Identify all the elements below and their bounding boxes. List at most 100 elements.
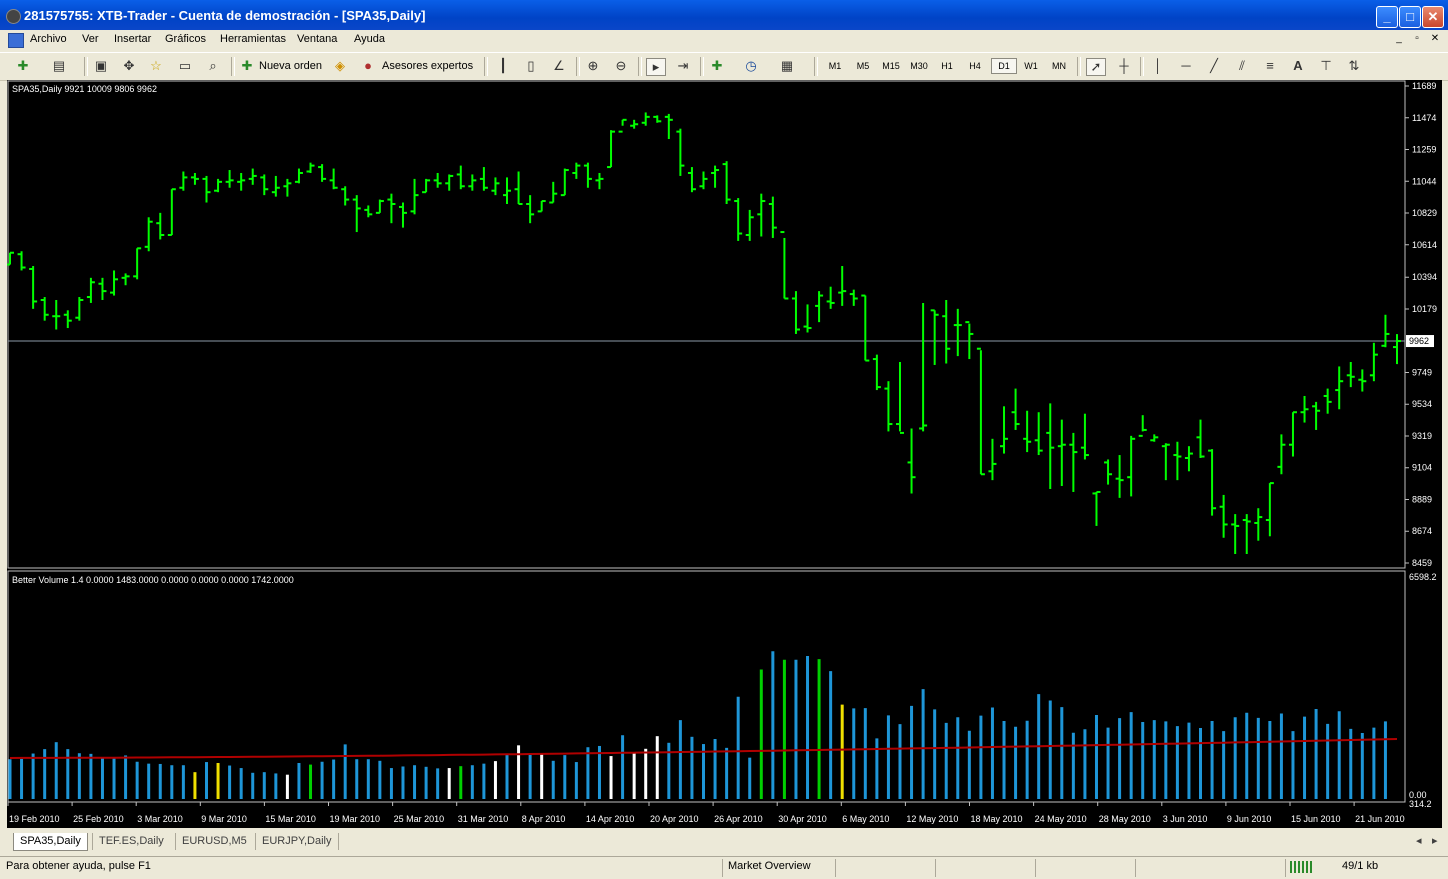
status-profile[interactable]: Market Overview	[728, 860, 811, 872]
tabs-scroll-left-icon[interactable]: ◂	[1410, 833, 1428, 850]
price-tick-label: 8459	[1412, 558, 1432, 568]
tab-tef-es-daily[interactable]: TEF.ES,Daily	[92, 833, 170, 850]
arrows-icon[interactable]: ⇅	[1345, 58, 1363, 74]
menu-ventana[interactable]: Ventana	[297, 33, 337, 45]
new-order-button[interactable]: Nueva orden	[259, 57, 322, 75]
chart-canvas[interactable]: 11689 11474 11259 11044 10829 10614 10394 10179…	[6, 80, 1442, 828]
menu-insertar[interactable]: Insertar	[114, 33, 151, 45]
app-icon[interactable]	[6, 9, 21, 24]
status-separator	[935, 859, 936, 877]
favorites-icon[interactable]: ☆	[147, 58, 165, 74]
price-tick-label: 9534	[1412, 399, 1432, 409]
line-chart-icon[interactable]: ∠	[550, 58, 568, 74]
expert-advisors-icon[interactable]: ●	[359, 58, 377, 74]
status-separator	[1035, 859, 1036, 877]
date-tick-label: 15 Mar 2010	[265, 814, 316, 824]
text-icon[interactable]: A	[1289, 58, 1307, 74]
tab-eurjpy-daily[interactable]: EURJPY,Daily	[255, 833, 339, 850]
status-separator	[1135, 859, 1136, 877]
mdi-close-button[interactable]: ✕	[1428, 33, 1442, 46]
connection-status-icon[interactable]	[1290, 861, 1312, 873]
cursor-icon[interactable]: ➚	[1086, 58, 1106, 76]
horizontal-line-icon[interactable]: ─	[1177, 58, 1195, 74]
price-tick-label: 10614	[1412, 240, 1437, 250]
fibonacci-icon[interactable]: ≡	[1261, 58, 1279, 74]
market-watch-icon[interactable]: ▣	[92, 58, 110, 74]
close-button[interactable]: ✕	[1422, 6, 1444, 28]
navigator-icon[interactable]: ✥	[120, 58, 138, 74]
tab-spa35-daily[interactable]: SPA35,Daily	[13, 833, 88, 851]
date-tick-label: 19 Mar 2010	[330, 814, 381, 824]
tester-icon[interactable]: ⌕	[204, 58, 222, 74]
main-chart-frame	[7, 80, 1406, 569]
terminal-icon[interactable]: ▭	[176, 58, 194, 74]
date-tick-label: 24 May 2010	[1035, 814, 1087, 824]
bar-chart-icon[interactable]: ┃	[494, 58, 512, 74]
profiles-icon[interactable]: ▤	[50, 58, 68, 74]
zoom-in-icon[interactable]: ⊕	[584, 58, 602, 74]
chart-shift-icon[interactable]: ⇥	[674, 58, 692, 74]
candlestick-icon[interactable]: ▯	[522, 58, 540, 74]
templates-icon[interactable]: ▦	[778, 58, 796, 74]
date-tick-label: 15 Jun 2010	[1291, 814, 1341, 824]
toolbar-separator	[638, 57, 642, 76]
chart-window[interactable]: 11689 11474 11259 11044 10829 10614 10394 10179…	[6, 80, 1442, 828]
menu-herramientas[interactable]: Herramientas	[220, 33, 286, 45]
status-separator	[722, 859, 723, 877]
tab-eurusd-m5[interactable]: EURUSD,M5	[175, 833, 253, 850]
zoom-out-icon[interactable]: ⊖	[612, 58, 630, 74]
status-separator	[835, 859, 836, 877]
timeframe-h1[interactable]: H1	[935, 59, 959, 73]
date-tick-label: 21 Jun 2010	[1355, 814, 1405, 824]
menu-bar: Archivo Ver Insertar Gráficos Herramient…	[0, 30, 1448, 50]
new-order-icon[interactable]: ✚	[238, 58, 256, 74]
timeframe-mn[interactable]: MN	[1047, 59, 1071, 73]
timeframe-m15[interactable]: M15	[879, 59, 903, 73]
chart-tabs-bar: SPA35,Daily TEF.ES,Daily EURUSD,M5 EURJP…	[0, 832, 1448, 852]
crosshair-icon[interactable]: ┼	[1115, 58, 1133, 74]
text-label-icon[interactable]: ⊤	[1317, 58, 1335, 74]
status-bar: Para obtener ayuda, pulse F1 Market Over…	[0, 856, 1448, 879]
price-tick-label: 8889	[1412, 494, 1432, 504]
date-tick-label: 31 Mar 2010	[458, 814, 509, 824]
new-chart-icon[interactable]: ✚	[14, 58, 32, 74]
tabs-scroll-right-icon[interactable]: ▸	[1426, 833, 1444, 850]
maximize-button[interactable]: □	[1399, 6, 1421, 28]
date-tick-label: 3 Jun 2010	[1163, 814, 1208, 824]
document-icon[interactable]	[8, 33, 24, 48]
price-tick-label: 11474	[1412, 113, 1436, 123]
timeframe-h4[interactable]: H4	[963, 59, 987, 73]
timeframe-w1[interactable]: W1	[1019, 59, 1043, 73]
date-tick-label: 25 Feb 2010	[73, 814, 124, 824]
title-bar: 281575755: XTB-Trader - Cuenta de demost…	[0, 0, 1448, 30]
timeframe-m30[interactable]: M30	[907, 59, 931, 73]
mdi-restore-button[interactable]: ▫	[1410, 33, 1424, 46]
minimize-button[interactable]: _	[1376, 6, 1398, 28]
auto-scroll-icon[interactable]: ▸	[646, 58, 666, 76]
date-tick-label: 8 Apr 2010	[522, 814, 566, 824]
menu-ver[interactable]: Ver	[82, 33, 99, 45]
metaeditor-icon[interactable]: ◈	[331, 58, 349, 74]
mdi-minimize-button[interactable]: _	[1392, 33, 1406, 46]
vertical-line-icon[interactable]: │	[1149, 58, 1167, 74]
toolbar-separator	[700, 57, 704, 76]
menu-graficos[interactable]: Gráficos	[165, 33, 206, 45]
window-title: 281575755: XTB-Trader - Cuenta de demost…	[24, 8, 426, 23]
date-tick-label: 9 Mar 2010	[201, 814, 247, 824]
menu-ayuda[interactable]: Ayuda	[354, 33, 385, 45]
toolbar-separator	[84, 57, 88, 76]
timeframe-m5[interactable]: M5	[851, 59, 875, 73]
equidistant-channel-icon[interactable]: ⫽	[1233, 58, 1251, 74]
periods-icon[interactable]: ◷	[742, 58, 760, 74]
menu-archivo[interactable]: Archivo	[30, 33, 67, 45]
toolbar-separator	[231, 57, 235, 76]
toolbar-separator	[576, 57, 580, 76]
expert-advisors-button[interactable]: Asesores expertos	[382, 57, 473, 75]
indicator-axis-top: 6598.2	[1409, 572, 1437, 582]
timeframe-d1[interactable]: D1	[991, 58, 1017, 74]
price-tick-label: 9104	[1412, 463, 1432, 473]
timeframe-m1[interactable]: M1	[823, 59, 847, 73]
price-tick-label: 9319	[1412, 431, 1432, 441]
trendline-icon[interactable]: ╱	[1205, 58, 1223, 74]
indicators-icon[interactable]: ✚	[708, 58, 726, 74]
